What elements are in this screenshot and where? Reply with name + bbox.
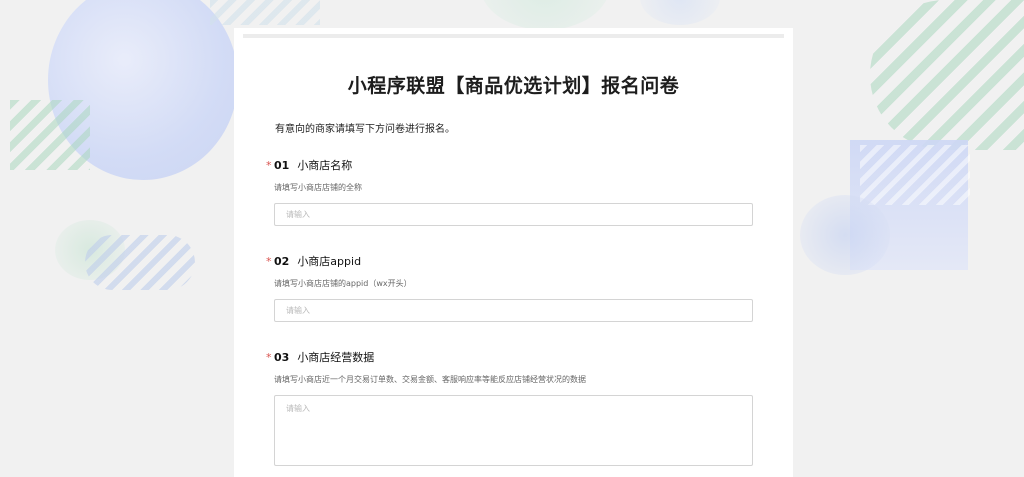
question-title: 小商店appid: [297, 255, 362, 268]
question-shop-name: * 01 小商店名称 请填写小商店店铺的全称: [266, 157, 756, 226]
bg-stripes-blue: [85, 235, 195, 290]
question-number: 03: [274, 351, 290, 364]
shop-name-input[interactable]: [274, 203, 753, 226]
survey-intro: 有意向的商家请填写下方问卷进行报名。: [275, 124, 455, 135]
bg-stripes-green-right: [870, 0, 1024, 150]
question-number: 02: [274, 255, 290, 268]
shop-business-data-textarea[interactable]: [274, 395, 753, 466]
question-description: 请填写小商店店铺的全称: [274, 183, 362, 192]
required-mark: *: [266, 255, 272, 268]
question-shop-business-data: * 03 小商店经营数据 请填写小商店近一个月交易订单数、交易金额、客服响应率等…: [266, 349, 756, 466]
bg-circle-green-top: [480, 0, 610, 30]
question-number: 01: [274, 159, 290, 172]
shop-appid-input[interactable]: [274, 299, 753, 322]
survey-card: 小程序联盟【商品优选计划】报名问卷 有意向的商家请填写下方问卷进行报名。 * 0…: [234, 28, 793, 477]
bg-stripes-white-right: [860, 145, 970, 205]
bg-circle-blue-right: [800, 195, 890, 275]
required-mark: *: [266, 159, 272, 172]
required-mark: *: [266, 351, 272, 364]
card-top-bar: [243, 34, 784, 38]
question-title: 小商店经营数据: [297, 351, 375, 364]
bg-stripes-green: [10, 100, 90, 170]
question-description: 请填写小商店店铺的appid（wx开头）: [274, 279, 412, 288]
survey-title: 小程序联盟【商品优选计划】报名问卷: [347, 75, 680, 97]
question-shop-appid: * 02 小商店appid 请填写小商店店铺的appid（wx开头）: [266, 253, 756, 322]
question-header: * 03 小商店经营数据: [266, 349, 756, 365]
bg-circle-blue-top: [640, 0, 720, 25]
question-header: * 02 小商店appid: [266, 253, 756, 269]
question-header: * 01 小商店名称: [266, 157, 756, 173]
question-title: 小商店名称: [297, 159, 353, 172]
bg-stripes-top: [210, 0, 320, 25]
question-description: 请填写小商店近一个月交易订单数、交易金额、客服响应率等能反应店铺经营状况的数据: [274, 375, 586, 384]
